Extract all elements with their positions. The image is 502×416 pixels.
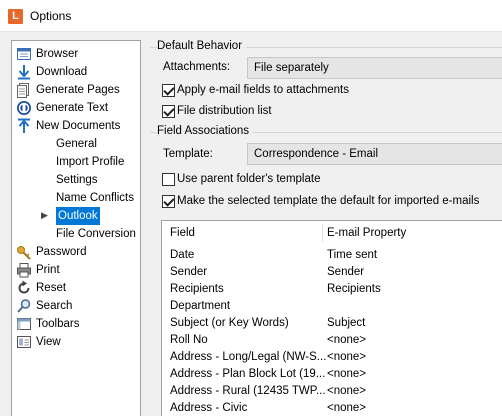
table-row[interactable]: Recipients Recipients	[162, 281, 502, 298]
property-cell: Recipients	[327, 283, 381, 295]
table-row[interactable]: Address - Plan Block Lot (19... <none>	[162, 366, 502, 383]
table-row[interactable]: Subject (or Key Words) Subject	[162, 315, 502, 332]
tree-item-label: Name Conflicts	[56, 192, 134, 204]
printer-icon	[17, 263, 31, 278]
property-cell: <none>	[327, 351, 367, 363]
browser-icon	[17, 48, 31, 60]
column-divider[interactable]	[322, 224, 323, 242]
expand-arrow-icon[interactable]: ▶	[41, 210, 48, 221]
field-associations-list[interactable]: Field E-mail Property Date Time sent Sen…	[161, 220, 502, 416]
app-logo-icon: L	[8, 9, 23, 24]
tree-item-label: General	[56, 138, 97, 150]
field-cell: Address - Long/Legal (NW-S...	[170, 351, 327, 363]
attachments-dropdown[interactable]: File separately	[247, 57, 502, 79]
generate-text-icon	[17, 101, 31, 115]
key-icon	[17, 246, 31, 260]
tree-item-label: Generate Text	[36, 102, 109, 114]
use-parent-template-checkbox[interactable]	[162, 173, 175, 186]
apply-email-fields-label: Apply e-mail fields to attachments	[177, 84, 349, 96]
tree-item-label: Outlook	[56, 207, 100, 225]
tree-item-label: Reset	[36, 282, 67, 294]
file-distribution-label: File distribution list	[177, 105, 272, 117]
table-row[interactable]: Address - Civic <none>	[162, 400, 502, 416]
template-label: Template:	[163, 148, 213, 160]
tree-item-label: Browser	[36, 48, 79, 60]
field-cell: Department	[170, 300, 231, 312]
field-cell: Subject (or Key Words)	[170, 317, 289, 329]
window-title: Options	[30, 9, 72, 23]
toolbars-icon	[17, 318, 31, 330]
tree-item-label: Password	[36, 246, 87, 258]
tree-item-label: View	[36, 336, 61, 348]
tree-item-label: Print	[36, 264, 60, 276]
property-cell: <none>	[327, 385, 367, 397]
table-row[interactable]: Address - Rural (12435 TWP... <none>	[162, 383, 502, 400]
file-distribution-checkbox[interactable]	[162, 105, 175, 118]
table-row[interactable]: Roll No <none>	[162, 332, 502, 349]
field-cell: Address - Civic	[170, 402, 248, 414]
use-parent-template-label: Use parent folder's template	[177, 173, 321, 185]
tree-item-label: Search	[36, 300, 73, 312]
options-tree[interactable]: Browser Download Generate Pages Generate…	[11, 40, 141, 416]
property-cell: <none>	[327, 334, 367, 346]
property-cell: <none>	[327, 368, 367, 380]
attachments-label: Attachments:	[163, 61, 231, 73]
make-default-template-checkbox[interactable]	[162, 195, 175, 208]
column-header-field[interactable]: Field	[170, 227, 195, 239]
property-cell: <none>	[327, 402, 367, 414]
reset-icon	[18, 280, 30, 294]
table-row[interactable]: Date Time sent	[162, 247, 502, 264]
tree-item-label: Download	[36, 66, 88, 78]
make-default-template-label: Make the selected template the default f…	[177, 195, 480, 207]
tree-item-label: Generate Pages	[36, 84, 120, 96]
download-icon	[18, 65, 30, 80]
property-cell: Sender	[327, 266, 365, 278]
property-cell: Time sent	[327, 249, 378, 261]
generate-pages-icon	[17, 83, 29, 98]
new-documents-icon	[18, 118, 30, 133]
field-cell: Date	[170, 249, 195, 261]
search-icon	[17, 299, 31, 313]
default-behavior-heading: Default Behavior	[157, 40, 247, 52]
field-cell: Roll No	[170, 334, 208, 346]
field-cell: Sender	[170, 266, 208, 278]
apply-email-fields-checkbox[interactable]	[162, 84, 175, 97]
tree-item-label: Import Profile	[56, 156, 125, 168]
field-cell: Address - Rural (12435 TWP...	[170, 385, 326, 397]
column-header-email-property[interactable]: E-mail Property	[327, 227, 406, 239]
table-row[interactable]: Department	[162, 298, 502, 315]
field-cell: Recipients	[170, 283, 224, 295]
tree-item-label: File Conversion	[56, 228, 136, 240]
tree-item-label: Toolbars	[36, 318, 80, 330]
tree-item-label: Settings	[56, 174, 98, 186]
field-associations-heading: Field Associations	[157, 125, 254, 137]
tree-item-label: New Documents	[36, 120, 121, 132]
template-dropdown[interactable]: Correspondence - Email	[247, 143, 502, 165]
view-icon	[17, 336, 31, 348]
field-cell: Address - Plan Block Lot (19...	[170, 368, 326, 380]
table-row[interactable]: Address - Long/Legal (NW-S... <none>	[162, 349, 502, 366]
property-cell: Subject	[327, 317, 366, 329]
table-row[interactable]: Sender Sender	[162, 264, 502, 281]
title-bar: L Options	[0, 0, 502, 32]
